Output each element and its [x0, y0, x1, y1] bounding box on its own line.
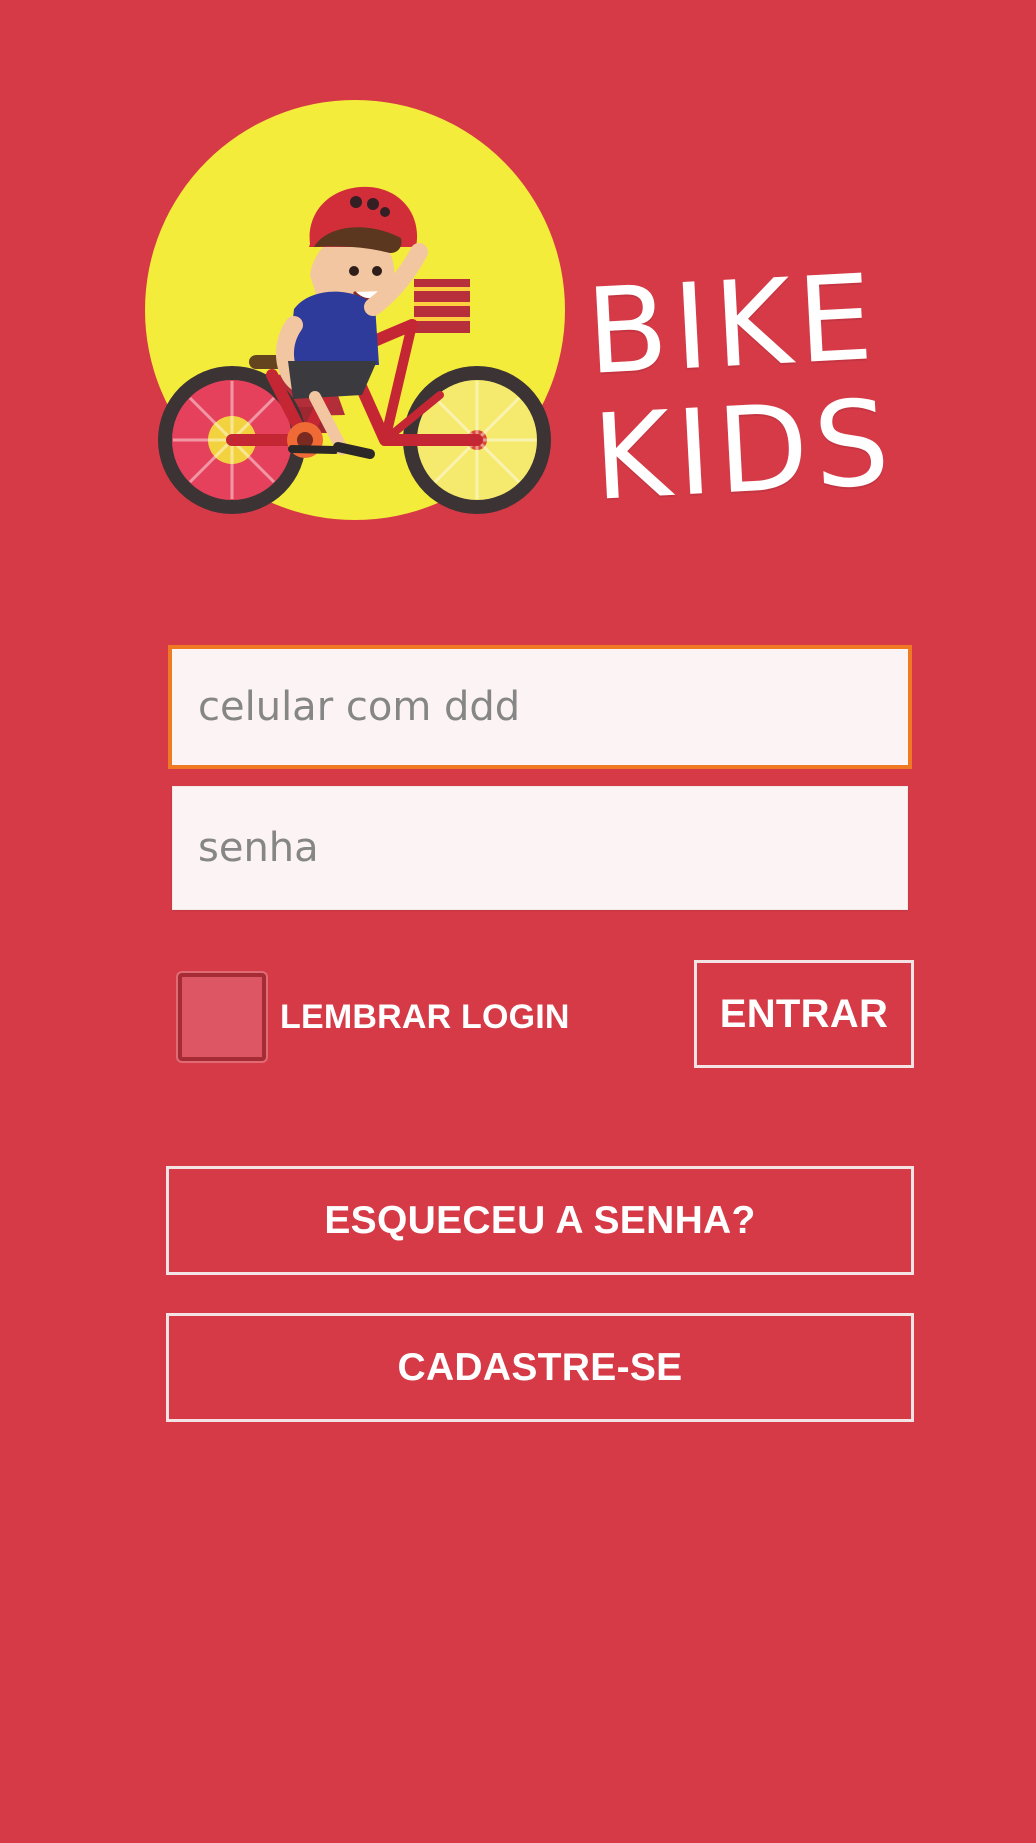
password-field[interactable] [172, 786, 908, 910]
signup-button[interactable]: CADASTRE-SE [166, 1313, 914, 1422]
phone-input[interactable] [196, 683, 884, 731]
remember-login-checkbox[interactable] [178, 973, 266, 1061]
remember-login-control[interactable]: LEMBRAR LOGIN [178, 973, 570, 1061]
brand-wordmark: BIKE KIDS [583, 236, 957, 534]
phone-field[interactable] [168, 645, 912, 769]
bike-kid-logo-icon [145, 100, 565, 520]
forgot-password-button[interactable]: ESQUECEU A SENHA? [166, 1166, 914, 1275]
logo-area: BIKE KIDS [0, 0, 1036, 560]
brand-line-bike: BIKE [583, 247, 882, 401]
remember-login-label: LEMBRAR LOGIN [280, 997, 570, 1036]
enter-button[interactable]: ENTRAR [694, 960, 914, 1068]
password-input[interactable] [196, 824, 884, 872]
brand-line-kids: KIDS [589, 373, 899, 527]
